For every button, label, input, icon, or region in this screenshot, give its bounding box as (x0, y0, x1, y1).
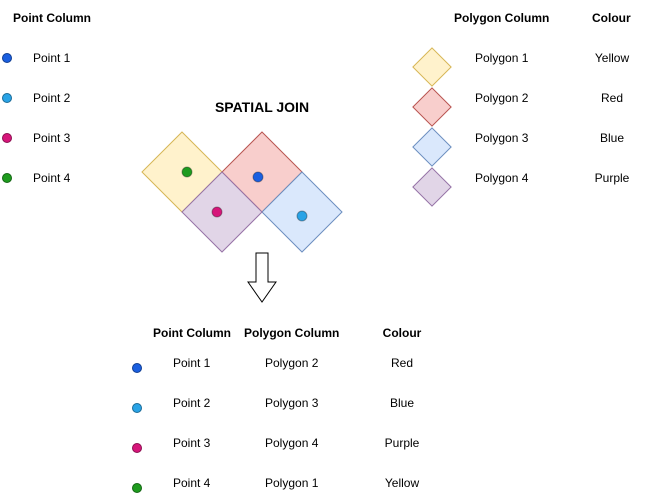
point-4-on-map (181, 166, 193, 178)
result-row-4-point: Point 4 (173, 476, 211, 490)
result-row-4-marker (132, 483, 142, 493)
point-3-on-map (211, 206, 223, 218)
result-row-1-point: Point 1 (173, 356, 211, 370)
result-row-3-point: Point 3 (173, 436, 211, 450)
result-polygon-column-header: Polygon Column (244, 326, 340, 340)
result-row-3-marker (132, 443, 142, 453)
point-2-on-map (296, 210, 308, 222)
down-arrow-icon (247, 252, 277, 303)
result-row-4-colour: Yellow (384, 476, 420, 490)
result-row-1-colour: Red (390, 356, 414, 370)
result-row-2-marker (132, 403, 142, 413)
point-1-on-map (252, 171, 264, 183)
result-row-1-polygon: Polygon 2 (265, 356, 319, 370)
spatial-join-diagram (141, 131, 343, 303)
result-row-3-polygon: Polygon 4 (265, 436, 319, 450)
result-row-4-polygon: Polygon 1 (265, 476, 319, 490)
result-point-column-header: Point Column (153, 326, 231, 340)
result-row-2-point: Point 2 (173, 396, 211, 410)
result-row-2-polygon: Polygon 3 (265, 396, 319, 410)
result-row-1-marker (132, 363, 142, 373)
result-row-3-colour: Purple (384, 436, 420, 450)
result-colour-column-header: Colour (382, 326, 422, 340)
result-row-2-colour: Blue (389, 396, 415, 410)
